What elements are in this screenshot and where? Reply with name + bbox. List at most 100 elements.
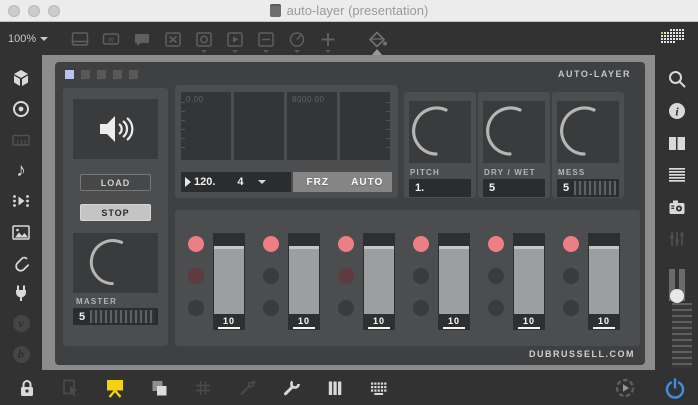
- radio-dot[interactable]: [263, 236, 279, 252]
- chevron-down-icon: [257, 180, 266, 184]
- radio-dot[interactable]: [338, 268, 354, 284]
- channel-slider[interactable]: 10: [213, 233, 245, 330]
- select-icon[interactable]: [60, 377, 82, 399]
- channel-slider[interactable]: 10: [438, 233, 470, 330]
- comment-icon[interactable]: [126, 24, 157, 54]
- dial-icon[interactable]: [281, 24, 312, 54]
- channel-radio-group: [488, 236, 504, 316]
- channel-slider[interactable]: 10: [288, 233, 320, 330]
- paint-bucket-icon[interactable]: [361, 24, 392, 56]
- list-icon[interactable]: [662, 159, 692, 191]
- radio-dot[interactable]: [188, 300, 204, 316]
- bottom-toolbar: [0, 370, 698, 405]
- beats-value: 4: [237, 176, 244, 188]
- object-toolbar: m: [64, 24, 392, 56]
- radio-dot[interactable]: [338, 236, 354, 252]
- keyboard-icon[interactable]: [368, 377, 390, 399]
- slider-knob[interactable]: [669, 289, 684, 303]
- master-value: 5: [79, 310, 86, 323]
- lock-icon[interactable]: [16, 377, 38, 399]
- radio-dot[interactable]: [563, 268, 579, 284]
- speaker-icon: [99, 116, 133, 142]
- preview-square[interactable]: [129, 70, 138, 79]
- beap-icon[interactable]: b: [6, 339, 36, 370]
- radio-dot[interactable]: [413, 236, 429, 252]
- radio-dot[interactable]: [488, 268, 504, 284]
- speaker-button[interactable]: [73, 99, 158, 159]
- radio-dot[interactable]: [188, 268, 204, 284]
- radio-dot[interactable]: [563, 300, 579, 316]
- slider-ridges: [671, 303, 692, 368]
- radio-dot[interactable]: [188, 236, 204, 252]
- faders-icon[interactable]: [324, 377, 346, 399]
- right-sidebar: i: [655, 55, 698, 370]
- chevron-down-icon: [40, 36, 49, 41]
- toggle-icon[interactable]: [157, 24, 188, 54]
- radio-dot[interactable]: [263, 268, 279, 284]
- vizzie-icon[interactable]: v: [6, 309, 36, 340]
- channel-slider[interactable]: 10: [513, 233, 545, 330]
- snapshot-camera-icon[interactable]: [662, 191, 692, 223]
- master-number-box[interactable]: 5: [73, 308, 158, 325]
- probe-icon[interactable]: [236, 377, 258, 399]
- radio-dot[interactable]: [488, 236, 504, 252]
- attachments-icon[interactable]: [6, 247, 36, 278]
- preview-square[interactable]: [97, 70, 106, 79]
- zoom-level-control[interactable]: 100%: [8, 33, 49, 45]
- mess-number-box[interactable]: 5: [557, 179, 619, 197]
- chevron-down-icon: [231, 49, 238, 53]
- dry-wet-number-box[interactable]: 5: [483, 179, 545, 197]
- master-dial[interactable]: [73, 233, 158, 293]
- radio-dot[interactable]: [338, 300, 354, 316]
- mess-knob[interactable]: [557, 101, 619, 163]
- presentation-mode-icon[interactable]: [104, 377, 126, 399]
- radio-dot[interactable]: [413, 268, 429, 284]
- plug-icon[interactable]: [6, 278, 36, 309]
- document-proxy-icon[interactable]: [269, 4, 281, 17]
- preview-square[interactable]: [113, 70, 122, 79]
- channel-slider[interactable]: 10: [588, 233, 620, 330]
- preview-square[interactable]: [81, 70, 90, 79]
- layers-icon[interactable]: [148, 377, 170, 399]
- package-icon[interactable]: [6, 63, 36, 94]
- object-box-icon[interactable]: [64, 24, 95, 54]
- record-icon[interactable]: [6, 94, 36, 125]
- radio-dot[interactable]: [263, 300, 279, 316]
- master-module: LOAD STOP MASTER 5: [63, 88, 168, 346]
- pitch-knob[interactable]: [409, 101, 471, 163]
- preview-square[interactable]: [65, 70, 74, 79]
- radio-dot[interactable]: [413, 300, 429, 316]
- playlist-icon[interactable]: [6, 186, 36, 217]
- inspector-panes-icon[interactable]: [662, 127, 692, 159]
- run-icon[interactable]: [614, 377, 636, 399]
- message-box-icon[interactable]: m: [95, 24, 126, 54]
- stop-button[interactable]: STOP: [80, 204, 151, 221]
- number-box-icon[interactable]: [250, 24, 281, 54]
- object-palette-grid-icon[interactable]: [661, 29, 684, 43]
- auto-button[interactable]: AUTO: [343, 172, 393, 192]
- zoom-slider[interactable]: [667, 269, 692, 368]
- keyboard-shortcuts-icon[interactable]: [6, 124, 36, 155]
- info-icon[interactable]: i: [662, 95, 692, 127]
- channel-slider[interactable]: 10: [363, 233, 395, 330]
- radio-dot[interactable]: [563, 236, 579, 252]
- preview-squares: [65, 70, 138, 79]
- button-icon[interactable]: [188, 24, 219, 54]
- pitch-number-box[interactable]: 1.: [409, 179, 471, 197]
- load-button[interactable]: LOAD: [80, 174, 151, 191]
- wrench-icon[interactable]: [280, 377, 302, 399]
- image-icon[interactable]: [6, 217, 36, 248]
- radio-dot[interactable]: [488, 300, 504, 316]
- mixer-icon[interactable]: [662, 223, 692, 255]
- audio-power-icon[interactable]: [664, 377, 686, 399]
- slider-ridges: [90, 310, 155, 323]
- display-segment: [340, 92, 390, 160]
- grid-icon[interactable]: [192, 377, 214, 399]
- tempo-control[interactable]: 120. 4: [181, 172, 291, 192]
- audio-icon[interactable]: ♪: [6, 155, 36, 186]
- search-icon[interactable]: [662, 63, 692, 95]
- dry-wet-knob[interactable]: [483, 101, 545, 163]
- frz-button[interactable]: FRZ: [293, 172, 343, 192]
- playbar-icon[interactable]: [219, 24, 250, 54]
- add-object-icon[interactable]: [312, 24, 343, 54]
